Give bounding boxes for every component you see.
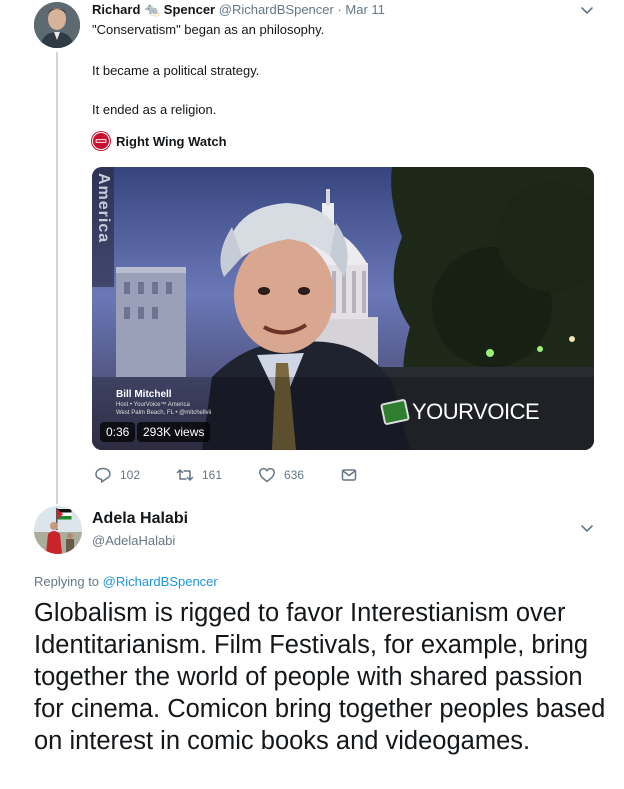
direct-message-button[interactable]: [340, 466, 358, 484]
tweet-body: Globalism is rigged to favor Interestian…: [34, 599, 606, 755]
replying-to-prefix: Replying to: [34, 574, 103, 589]
like-count: 636: [284, 468, 305, 482]
chevron-down-icon[interactable]: [580, 4, 594, 18]
tweet-text-line-1: "Conservatism" began as an philosophy.: [92, 22, 325, 37]
replying-to: Replying to @RichardBSpencer: [34, 574, 218, 589]
thread-line: [56, 52, 58, 504]
handle-and-date[interactable]: @RichardBSpencer · Mar 11: [219, 2, 385, 17]
avatar-image: [34, 506, 82, 554]
tweet-adela-halabi[interactable]: Adela Halabi @AdelaHalabi Replying to @R…: [0, 500, 624, 789]
tweet-actions: 102 161 636: [94, 466, 358, 484]
heart-icon: [259, 467, 275, 483]
brand-logo-text: YOURVOICE: [412, 399, 540, 424]
author-handle[interactable]: @AdelaHalabi: [92, 533, 175, 548]
reply-button[interactable]: 102: [94, 466, 176, 484]
reply-icon: [95, 467, 111, 483]
retweet-button[interactable]: 161: [176, 466, 258, 484]
lower-third-sub-line-1: Host • YourVoice™ America: [116, 402, 190, 408]
replying-to-link[interactable]: @RichardBSpencer: [103, 574, 218, 589]
tweet-richard-spencer[interactable]: Richard 🐀 Spencer @RichardBSpencer · Mar…: [0, 0, 624, 504]
chevron-down-icon[interactable]: [580, 522, 594, 536]
tweet-text-line-3: It ended as a religion.: [92, 102, 217, 117]
lower-third-sub-line-2: West Palm Beach, FL • @mitchellvii: [116, 410, 212, 416]
like-button[interactable]: 636: [258, 466, 340, 484]
retweet-icon: [176, 469, 194, 481]
reply-count: 102: [120, 468, 141, 482]
retweet-count: 161: [202, 468, 223, 482]
video-duration-badge: 0:36: [100, 422, 136, 442]
avatar-image: [34, 2, 80, 48]
avatar[interactable]: [34, 2, 80, 48]
envelope-icon: [341, 469, 357, 481]
video-player[interactable]: America Bill Mitchell Host • YourVoice™ …: [92, 167, 594, 450]
tweet-text-line-2: It became a political strategy.: [92, 63, 260, 78]
right-wing-watch-logo: [92, 132, 110, 150]
tv-icon: [379, 398, 411, 426]
embedded-account-name[interactable]: Right Wing Watch: [116, 134, 227, 149]
network-label: America: [95, 173, 112, 244]
embedded-account[interactable]: Right Wing Watch: [92, 132, 227, 150]
video-views-badge: 293K views: [137, 422, 211, 442]
author-name[interactable]: Richard 🐀 Spencer: [92, 2, 215, 17]
author-name[interactable]: Adela Halabi: [92, 510, 188, 528]
lower-third-subtitle: Host • YourVoice™ America West Palm Beac…: [116, 401, 211, 417]
tweet-header: Richard 🐀 Spencer @RichardBSpencer · Mar…: [92, 2, 385, 18]
avatar[interactable]: [34, 506, 82, 554]
brand-logo: YOURVOICE: [379, 398, 540, 426]
lower-third-name: Bill Mitchell: [116, 389, 172, 400]
